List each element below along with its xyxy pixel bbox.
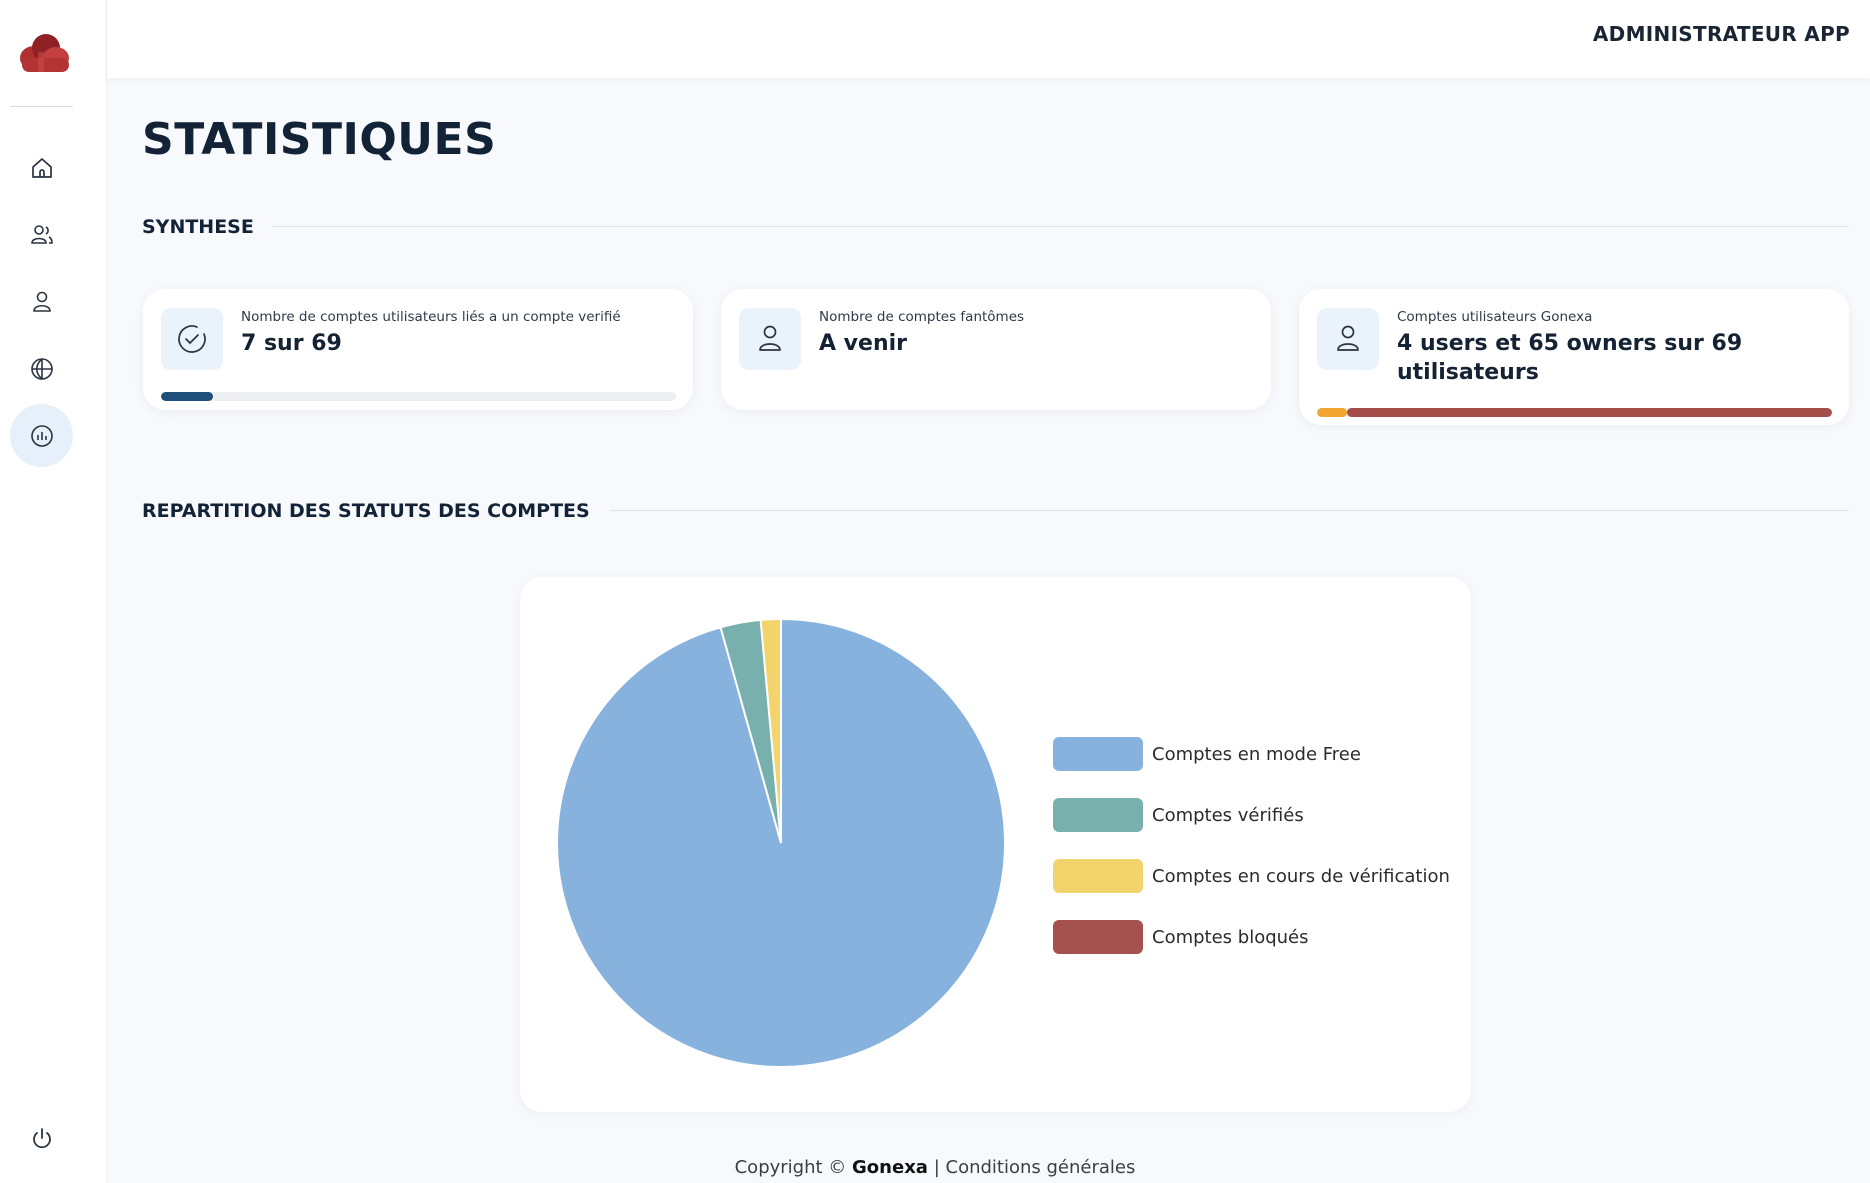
sidebar-item-statistics[interactable] (10, 404, 73, 467)
page-title: STATISTIQUES (142, 114, 497, 165)
card-value: 7 sur 69 (241, 331, 342, 356)
card-value: A venir (819, 331, 907, 356)
legend-swatch (1053, 859, 1143, 893)
home-icon (31, 157, 52, 178)
section-divider (272, 226, 1849, 227)
pie-chart (556, 618, 1006, 1068)
legend-item[interactable]: Comptes en cours de vérification (1053, 859, 1450, 893)
card-icon-box (1317, 308, 1379, 370)
user-icon (759, 325, 781, 351)
footer-copyright: Copyright © (734, 1157, 847, 1178)
chart-card: Comptes en mode Free Comptes vérifiés Comp… (520, 577, 1471, 1112)
card-label: Nombre de comptes utilisateurs liés a un… (241, 309, 621, 325)
sidebar-divider (10, 106, 73, 107)
legend-swatch (1053, 920, 1143, 954)
footer: Copyright © Gonexa | Conditions générale… (0, 1157, 1870, 1178)
sidebar-item-users[interactable] (10, 203, 73, 266)
progress-segment (1346, 408, 1832, 417)
sidebar (0, 0, 107, 1183)
user-icon (1337, 325, 1359, 351)
sidebar-item-globe[interactable] (10, 337, 73, 400)
card-icon-box (739, 308, 801, 370)
legend-label: Comptes en mode Free (1152, 743, 1361, 765)
power-icon (32, 1127, 51, 1148)
stat-card-gonexa-users: Comptes utilisateurs Gonexa 4 users et 6… (1299, 289, 1849, 425)
legend-swatch (1053, 798, 1143, 832)
cloud-logo[interactable] (14, 30, 72, 74)
top-header: ADMINISTRATEUR APP (107, 0, 1870, 78)
stat-card-ghost-accounts: Nombre de comptes fantômes A venir (721, 289, 1271, 410)
legend-item[interactable]: Comptes vérifiés (1053, 798, 1304, 832)
legend-swatch (1053, 737, 1143, 771)
card-icon-box (161, 308, 223, 370)
section-title-repartition: REPARTITION DES STATUTS DES COMPTES (142, 500, 590, 522)
sidebar-item-home[interactable] (10, 136, 73, 199)
progress-fill (161, 392, 213, 401)
footer-separator: | (933, 1157, 940, 1178)
check-circle-icon (178, 325, 206, 353)
globe-icon (30, 357, 53, 380)
progress-bar (1317, 408, 1832, 417)
user-role-menu[interactable]: ADMINISTRATEUR APP (1593, 22, 1850, 46)
users-icon (30, 224, 53, 244)
footer-brand: Gonexa (852, 1157, 928, 1178)
footer-terms-link[interactable]: Conditions générales (946, 1157, 1136, 1178)
legend-item[interactable]: Comptes en mode Free (1053, 737, 1361, 771)
sidebar-item-user[interactable] (10, 270, 73, 333)
legend-item[interactable]: Comptes bloqués (1053, 920, 1309, 954)
progress-segment (1317, 408, 1347, 417)
legend-label: Comptes bloqués (1152, 926, 1309, 948)
legend-label: Comptes en cours de vérification (1152, 865, 1450, 887)
card-label: Nombre de comptes fantômes (819, 309, 1025, 325)
card-value: 4 users et 65 owners sur 69 utilisateurs (1397, 331, 1743, 385)
chart-icon (30, 424, 53, 447)
stat-card-verified-accounts: Nombre de comptes utilisateurs liés a un… (143, 289, 693, 410)
section-title-synthese: SYNTHESE (142, 216, 254, 238)
legend-label: Comptes vérifiés (1152, 804, 1304, 826)
card-label: Comptes utilisateurs Gonexa (1397, 309, 1593, 325)
user-icon (32, 291, 51, 312)
progress-bar (161, 392, 676, 401)
section-divider (610, 510, 1849, 511)
